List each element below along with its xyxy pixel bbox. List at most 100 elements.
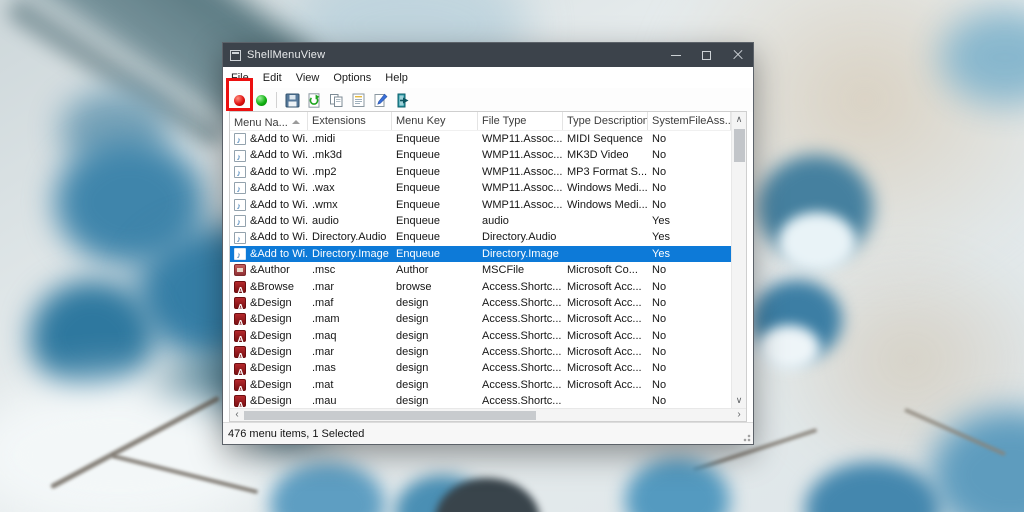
- wmp-file-icon: [234, 199, 246, 211]
- menu-item-options[interactable]: Options: [326, 70, 378, 86]
- table-row[interactable]: &Add to Wi...Directory.AudioEnqueueDirec…: [230, 229, 731, 245]
- copy-button[interactable]: [325, 90, 347, 110]
- access-file-icon: [234, 395, 246, 407]
- properties-button[interactable]: [347, 90, 369, 110]
- close-button[interactable]: [722, 43, 753, 67]
- sort-arrow-icon: [292, 120, 300, 124]
- cell-text: &Add to Wi...: [250, 213, 308, 229]
- cell: .mar: [308, 344, 392, 360]
- table-row[interactable]: &Add to Wi....waxEnqueueWMP11.Assoc...Wi…: [230, 180, 731, 196]
- vertical-scroll-thumb[interactable]: [734, 129, 745, 162]
- cell: Directory.Audio: [308, 229, 392, 245]
- cell: Directory.Image: [308, 246, 392, 262]
- cell-text: &Add to Wi...: [250, 180, 308, 196]
- scroll-down-icon[interactable]: ∨: [732, 393, 746, 408]
- cell: Yes: [648, 246, 731, 262]
- table-row[interactable]: &Design.maqdesignAccess.Shortc...Microso…: [230, 328, 731, 344]
- table-row[interactable]: &Browse.marbrowseAccess.Shortc...Microso…: [230, 279, 731, 295]
- menu-item-view[interactable]: View: [289, 70, 327, 86]
- wmp-file-icon: [234, 133, 246, 145]
- cell: Access.Shortc...: [478, 393, 563, 408]
- cell-text: &Design: [250, 311, 292, 327]
- menu-item-help[interactable]: Help: [378, 70, 415, 86]
- exit-button[interactable]: [391, 90, 413, 110]
- scroll-left-icon[interactable]: ‹: [230, 409, 244, 421]
- cell: Microsoft Acc...: [563, 328, 648, 344]
- cell: Enqueue: [392, 147, 478, 163]
- table-row[interactable]: &Add to Wi...audioEnqueueaudioYes: [230, 213, 731, 229]
- title-bar[interactable]: ShellMenuView: [223, 43, 753, 67]
- refresh-icon: [307, 93, 322, 108]
- cell-text: &Design: [250, 377, 292, 393]
- scroll-right-icon[interactable]: ›: [732, 409, 746, 421]
- table-row[interactable]: &Add to Wi....wmxEnqueueWMP11.Assoc...Wi…: [230, 197, 731, 213]
- column-header-label: Extensions: [312, 115, 366, 127]
- disable-item-button[interactable]: [228, 90, 250, 110]
- cell: design: [392, 377, 478, 393]
- table-row[interactable]: &Author.mscAuthorMSCFileMicrosoft Co...N…: [230, 262, 731, 278]
- cell: Enqueue: [392, 131, 478, 147]
- cell-menu-name: &Add to Wi...: [230, 180, 308, 196]
- wmp-file-icon: [234, 150, 246, 162]
- table-row[interactable]: &Add to Wi....mp2EnqueueWMP11.Assoc...MP…: [230, 164, 731, 180]
- cell-text: &Add to Wi...: [250, 246, 308, 262]
- cell: No: [648, 377, 731, 393]
- column-header-systemfileass[interactable]: SystemFileAss...: [648, 112, 731, 130]
- wmp-file-icon: [234, 232, 246, 244]
- cell: Access.Shortc...: [478, 344, 563, 360]
- table-row[interactable]: &Design.mamdesignAccess.Shortc...Microso…: [230, 311, 731, 327]
- column-header-extensions[interactable]: Extensions: [308, 112, 392, 130]
- status-bar: 476 menu items, 1 Selected: [223, 422, 753, 444]
- cell-menu-name: &Design: [230, 311, 308, 327]
- minimize-icon: [671, 55, 681, 56]
- cell: .maf: [308, 295, 392, 311]
- open-in-regedit-button[interactable]: [369, 90, 391, 110]
- cell-text: &Design: [250, 344, 292, 360]
- column-header-label: File Type: [482, 115, 526, 127]
- scroll-up-icon[interactable]: ∧: [732, 112, 746, 127]
- column-header-menu-key[interactable]: Menu Key: [392, 112, 478, 130]
- cell-text: &Add to Wi...: [250, 197, 308, 213]
- menu-item-file[interactable]: File: [224, 70, 256, 86]
- horizontal-scroll-thumb[interactable]: [244, 411, 536, 421]
- access-file-icon: [234, 313, 246, 325]
- list-header: Menu Na... Extensions Menu Key File Type Typ…: [230, 112, 731, 131]
- cell: No: [648, 262, 731, 278]
- table-row[interactable]: &Add to Wi...Directory.ImageEnqueueDirec…: [230, 246, 731, 262]
- minimize-button[interactable]: [660, 43, 691, 67]
- enable-item-button[interactable]: [250, 90, 272, 110]
- table-row[interactable]: &Add to Wi....midiEnqueueWMP11.Assoc...M…: [230, 131, 731, 147]
- cell: No: [648, 147, 731, 163]
- cell-text: &Author: [250, 262, 290, 278]
- table-row[interactable]: &Design.mafdesignAccess.Shortc...Microso…: [230, 295, 731, 311]
- cell: .midi: [308, 131, 392, 147]
- status-text: 476 menu items, 1 Selected: [228, 428, 364, 440]
- column-header-file-type[interactable]: File Type: [478, 112, 563, 130]
- cell-text: &Design: [250, 393, 292, 408]
- cell: WMP11.Assoc...: [478, 131, 563, 147]
- menu-item-edit[interactable]: Edit: [256, 70, 289, 86]
- cell: Microsoft Acc...: [563, 295, 648, 311]
- horizontal-scrollbar[interactable]: ‹ ›: [230, 408, 746, 421]
- table-row[interactable]: &Design.matdesignAccess.Shortc...Microso…: [230, 377, 731, 393]
- cell: Yes: [648, 229, 731, 245]
- save-button[interactable]: [281, 90, 303, 110]
- resize-grip-icon[interactable]: [741, 432, 751, 442]
- cell: No: [648, 393, 731, 408]
- maximize-button[interactable]: [691, 43, 722, 67]
- table-row[interactable]: &Add to Wi....mk3dEnqueueWMP11.Assoc...M…: [230, 147, 731, 163]
- cell-text: &Design: [250, 328, 292, 344]
- table-row[interactable]: &Design.masdesignAccess.Shortc...Microso…: [230, 360, 731, 376]
- cell: audio: [478, 213, 563, 229]
- cell: audio: [308, 213, 392, 229]
- cell-menu-name: &Add to Wi...: [230, 197, 308, 213]
- column-header-type-description[interactable]: Type Description: [563, 112, 648, 130]
- cell-menu-name: &Add to Wi...: [230, 164, 308, 180]
- cell: .msc: [308, 262, 392, 278]
- refresh-button[interactable]: [303, 90, 325, 110]
- table-row[interactable]: &Design.maudesignAccess.Shortc...No: [230, 393, 731, 408]
- column-header-menu-na[interactable]: Menu Na...: [230, 112, 308, 130]
- toolbar: [223, 88, 753, 112]
- vertical-scrollbar[interactable]: ∧ ∨: [731, 112, 746, 408]
- table-row[interactable]: &Design.mardesignAccess.Shortc...Microso…: [230, 344, 731, 360]
